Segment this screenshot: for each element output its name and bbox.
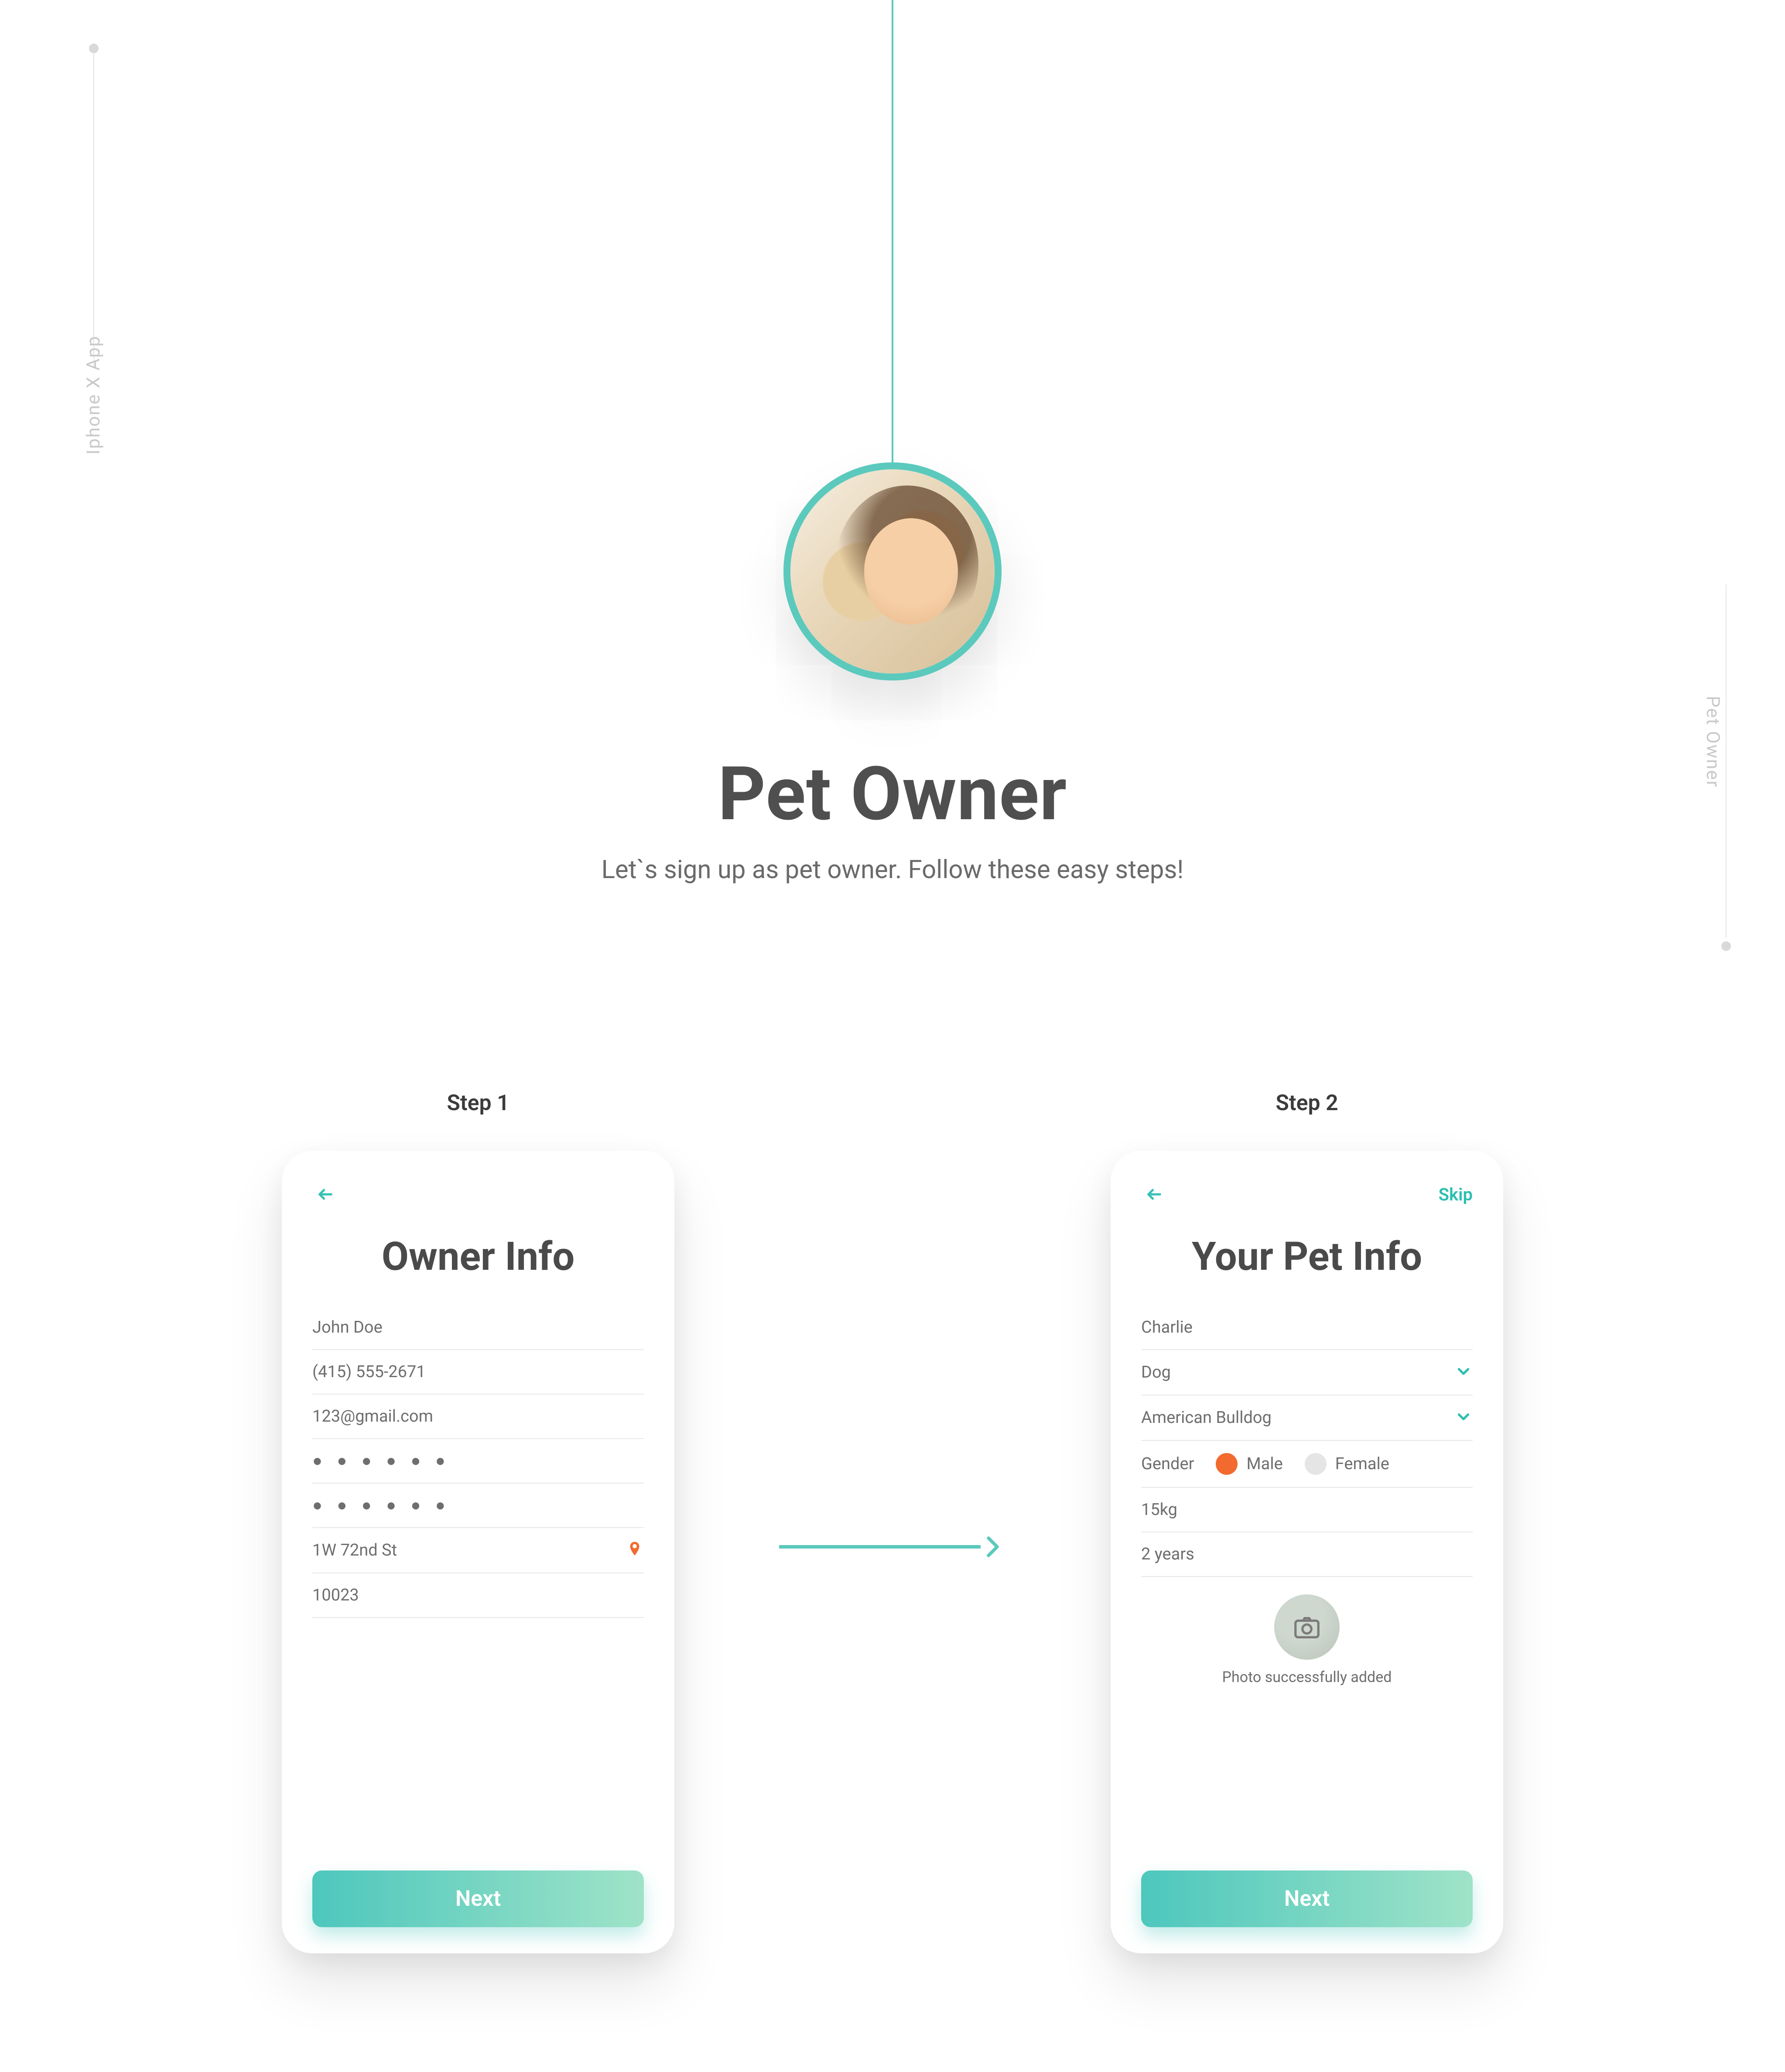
skip-button[interactable]: Skip [1439, 1184, 1473, 1205]
back-button[interactable] [312, 1186, 339, 1203]
right-rail-label: Pet Owner [1702, 696, 1723, 788]
next-button-label: Next [455, 1886, 501, 1911]
step-2-label: Step 2 [1275, 1091, 1338, 1116]
arrow-left-icon [312, 1186, 339, 1203]
password-field[interactable]: ● ● ● ● ● ● [312, 1439, 644, 1484]
avatar [783, 462, 1002, 680]
arrow-right-icon [980, 1534, 1006, 1560]
weight-value: 15kg [1141, 1500, 1177, 1519]
age-value: 2 years [1141, 1545, 1194, 1564]
phone-step-1: Owner Info John Doe (415) 555-2671 123@g… [282, 1151, 674, 1953]
screen-title: Your Pet Info [1141, 1234, 1473, 1279]
petname-value: Charlie [1141, 1318, 1193, 1337]
next-button[interactable]: Next [1141, 1870, 1473, 1927]
name-value: John Doe [312, 1318, 383, 1337]
gender-male-radio[interactable]: Male [1216, 1453, 1282, 1475]
species-select[interactable]: Dog [1141, 1350, 1473, 1395]
step-1-column: Step 1 Owner Info John Doe (415) 555-267… [238, 1091, 718, 1953]
zip-value: 10023 [312, 1586, 359, 1605]
gender-female-radio[interactable]: Female [1305, 1453, 1389, 1475]
gender-field: Gender Male Female [1141, 1441, 1473, 1488]
next-button[interactable]: Next [312, 1870, 644, 1927]
phone-field[interactable]: (415) 555-2671 [312, 1350, 644, 1395]
right-rail: Pet Owner [1720, 585, 1733, 951]
email-field[interactable]: 123@gmail.com [312, 1395, 644, 1439]
gender-male-label: Male [1246, 1454, 1282, 1474]
step-1-label: Step 1 [447, 1091, 509, 1116]
photo-thumbnail[interactable] [1274, 1594, 1340, 1660]
arrow-left-icon [1141, 1186, 1167, 1203]
breed-value: American Bulldog [1141, 1408, 1272, 1427]
top-divider-line [892, 0, 893, 462]
password-confirm-value: ● ● ● ● ● ● [312, 1496, 451, 1515]
address-value: 1W 72nd St [312, 1541, 397, 1560]
chevron-down-icon [1454, 1408, 1473, 1428]
radio-icon [1216, 1453, 1238, 1475]
gender-female-label: Female [1335, 1454, 1389, 1474]
zip-field[interactable]: 10023 [312, 1573, 644, 1618]
page-subtitle: Let`s sign up as pet owner. Follow these… [602, 855, 1184, 885]
species-value: Dog [1141, 1363, 1171, 1382]
name-field[interactable]: John Doe [312, 1306, 644, 1350]
breed-select[interactable]: American Bulldog [1141, 1395, 1473, 1441]
back-button[interactable] [1141, 1186, 1167, 1203]
flow-arrow [779, 1544, 1006, 1549]
radio-icon [1305, 1453, 1327, 1475]
photo-upload-block: Photo successfully added [1141, 1594, 1473, 1686]
step-2-column: Step 2 Skip Your Pet Info Charlie Dog Am… [1067, 1091, 1547, 1953]
gender-label: Gender [1141, 1454, 1194, 1474]
phone-value: (415) 555-2671 [312, 1362, 426, 1381]
page-title: Pet Owner [602, 750, 1184, 838]
next-button-label: Next [1284, 1886, 1330, 1911]
steps-row: Step 1 Owner Info John Doe (415) 555-267… [238, 1091, 1547, 1953]
location-pin-icon[interactable] [626, 1540, 644, 1560]
screen-title: Owner Info [312, 1234, 644, 1279]
chevron-down-icon [1454, 1362, 1473, 1382]
address-field[interactable]: 1W 72nd St [312, 1528, 644, 1573]
left-rail-label: Iphone X App [83, 335, 105, 455]
avatar-image-face [864, 518, 958, 624]
phone-topbar: Skip [1141, 1181, 1473, 1207]
age-field[interactable]: 2 years [1141, 1532, 1473, 1577]
left-rail: Iphone X App [87, 44, 100, 406]
phone-step-2: Skip Your Pet Info Charlie Dog American … [1111, 1151, 1503, 1953]
photo-status-text: Photo successfully added [1222, 1669, 1392, 1686]
petname-field[interactable]: Charlie [1141, 1306, 1473, 1350]
rail-dot [1721, 941, 1731, 951]
rail-line [93, 53, 94, 367]
camera-icon [1292, 1612, 1322, 1642]
rail-dot [89, 44, 99, 53]
password-confirm-field[interactable]: ● ● ● ● ● ● [312, 1484, 644, 1528]
rail-line [1726, 585, 1727, 938]
weight-field[interactable]: 15kg [1141, 1488, 1473, 1532]
arrow-line [779, 1545, 981, 1549]
headline: Pet Owner Let`s sign up as pet owner. Fo… [602, 750, 1184, 885]
phone-topbar [312, 1181, 644, 1207]
email-value: 123@gmail.com [312, 1407, 433, 1426]
password-value: ● ● ● ● ● ● [312, 1451, 451, 1470]
